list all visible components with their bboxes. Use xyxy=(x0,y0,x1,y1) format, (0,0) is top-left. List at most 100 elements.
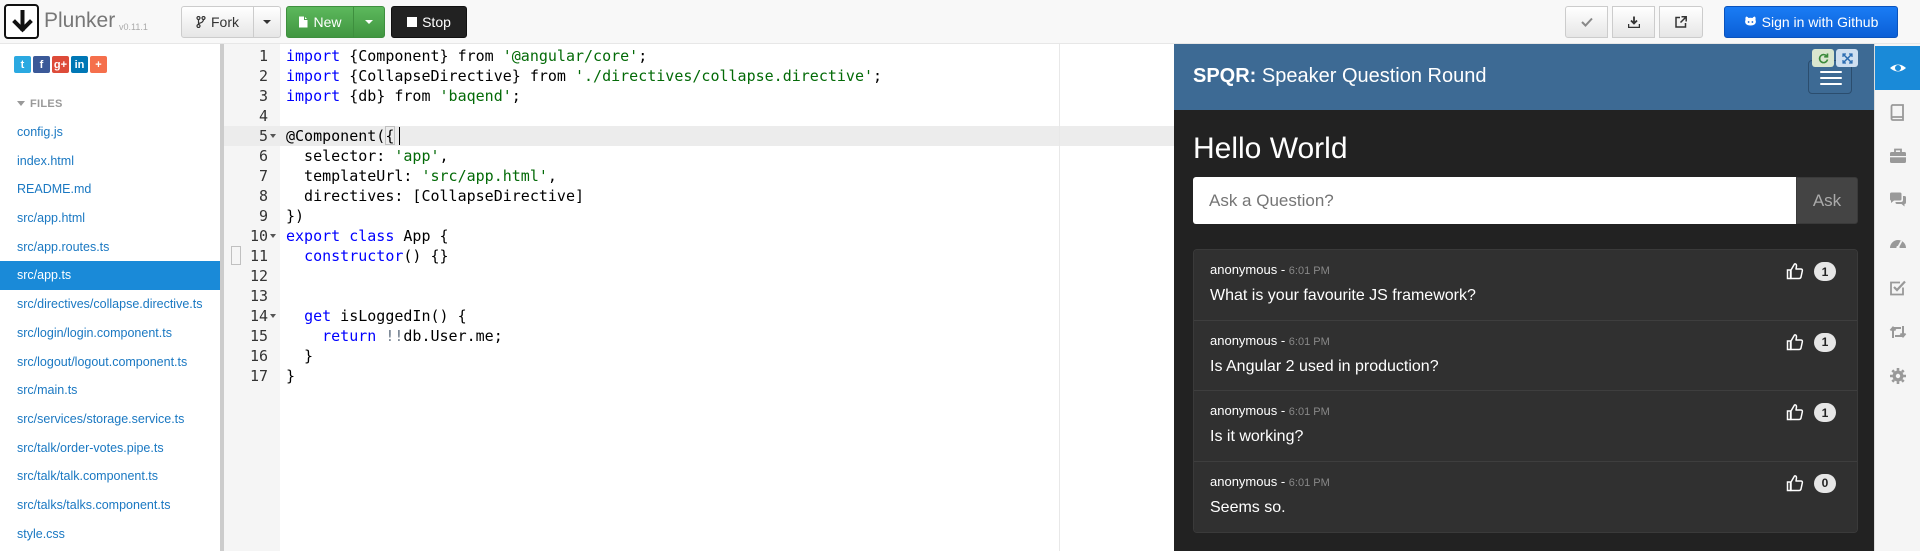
file-item[interactable]: src/talk/talk.component.ts xyxy=(0,462,220,491)
code-token: 'app' xyxy=(394,147,440,165)
preview-app-title[interactable]: SPQR: Speaker Question Round xyxy=(1193,65,1487,88)
expand-icon xyxy=(1841,52,1853,64)
download-button[interactable] xyxy=(1612,6,1655,38)
meta-separator: - xyxy=(1277,403,1289,418)
book-icon xyxy=(1890,104,1904,121)
meta-separator: - xyxy=(1277,473,1289,489)
google-plus-icon[interactable]: g+ xyxy=(52,56,69,73)
new-label: New xyxy=(313,14,342,30)
right-toolbar xyxy=(1874,44,1920,551)
file-item[interactable]: README.md xyxy=(0,175,220,204)
code-token: }) xyxy=(286,207,305,225)
line-number: 2 xyxy=(258,67,268,85)
download-arrow-icon xyxy=(12,10,33,33)
files-header-label: FILES xyxy=(30,98,63,110)
vote-count-badge: 0 xyxy=(1814,473,1836,493)
code-token: import xyxy=(286,67,341,85)
code-token: {Component} from xyxy=(340,47,503,65)
fold-toggle-icon[interactable] xyxy=(270,314,276,318)
launch-preview-button[interactable] xyxy=(1659,6,1703,38)
code-line: constructor() {} xyxy=(286,246,449,266)
right-toolbar-comments-button[interactable] xyxy=(1875,178,1920,222)
linkedin-icon[interactable]: in xyxy=(71,56,88,73)
code-token: import xyxy=(286,47,341,65)
thumbs-up-icon[interactable] xyxy=(1786,403,1804,421)
file-item[interactable]: src/main.ts xyxy=(0,376,220,405)
file-item[interactable]: src/app.routes.ts xyxy=(0,233,220,262)
new-dropdown-toggle[interactable] xyxy=(353,6,385,38)
file-item[interactable]: index.html xyxy=(0,147,220,176)
twitter-icon[interactable]: t xyxy=(14,56,31,73)
thumbs-up-icon[interactable] xyxy=(1786,474,1804,492)
code-line: }) xyxy=(286,206,304,226)
code-editor[interactable]: 1 import {Component} from '@angular/core'… xyxy=(224,44,1174,551)
stop-button[interactable]: Stop xyxy=(391,6,467,38)
caret-down-icon xyxy=(263,20,271,24)
bracket-match-highlight xyxy=(385,126,395,145)
refresh-preview-button[interactable] xyxy=(1812,49,1834,67)
code-line: export class App { xyxy=(286,226,449,246)
signin-github-button[interactable]: Sign in with Github xyxy=(1724,6,1898,38)
file-item[interactable]: style.css xyxy=(0,520,220,549)
file-item[interactable]: src/talks/talks.component.ts xyxy=(0,491,220,520)
fullscreen-preview-button[interactable] xyxy=(1836,49,1858,67)
meta-separator: - xyxy=(1277,262,1289,277)
line-number: 10 xyxy=(249,227,268,245)
question-item: anonymous - 6:01 PM Seems so. 0 xyxy=(1194,461,1857,532)
file-item[interactable]: src/app.html xyxy=(0,204,220,233)
print-margin xyxy=(1059,44,1060,551)
fork-dropdown-toggle[interactable] xyxy=(253,6,281,38)
right-toolbar-retweet-button[interactable] xyxy=(1875,310,1920,354)
thumbs-up-icon[interactable] xyxy=(1786,262,1804,280)
share-plus-icon[interactable]: + xyxy=(90,56,107,73)
file-item[interactable]: src/logout/logout.component.ts xyxy=(0,348,220,377)
right-toolbar-dashboard-button[interactable] xyxy=(1875,222,1920,266)
code-line: get isLoggedIn() { xyxy=(286,306,467,326)
new-button[interactable]: New xyxy=(286,6,354,38)
fold-toggle-icon[interactable] xyxy=(270,234,276,238)
vote-count-badge: 1 xyxy=(1814,332,1836,352)
right-toolbar-cog-button[interactable] xyxy=(1875,354,1920,398)
question-input[interactable] xyxy=(1193,177,1796,224)
file-item[interactable]: src/directives/collapse.directive.ts xyxy=(0,290,220,319)
code-line: templateUrl: 'src/app.html', xyxy=(286,166,557,186)
code-line: import {db} from 'baqend'; xyxy=(286,86,521,106)
file-item[interactable]: src/login/login.component.ts xyxy=(0,319,220,348)
right-toolbar-briefcase-button[interactable] xyxy=(1875,134,1920,178)
code-token: , xyxy=(547,167,557,185)
file-item[interactable]: src/services/storage.service.ts xyxy=(0,405,220,434)
plunker-logo[interactable] xyxy=(4,4,39,39)
fold-toggle-icon[interactable] xyxy=(270,134,276,138)
right-toolbar-book-button[interactable] xyxy=(1875,90,1920,134)
save-button[interactable] xyxy=(1565,6,1608,38)
code-token: App { xyxy=(394,227,449,245)
file-item[interactable]: src/talk/order-votes.pipe.ts xyxy=(0,434,220,463)
hamburger-bar xyxy=(1820,83,1842,85)
file-icon xyxy=(299,16,308,28)
files-header[interactable]: FILES xyxy=(17,98,63,110)
question-item: anonymous - 6:01 PM Is it working? 1 xyxy=(1194,391,1857,462)
dashboard-icon xyxy=(1890,240,1906,250)
right-toolbar-checkbox-button[interactable] xyxy=(1875,266,1920,310)
caret-down-icon xyxy=(17,101,25,106)
facebook-icon[interactable]: f xyxy=(33,56,50,73)
question-time: 6:01 PM xyxy=(1288,476,1330,489)
code-token: constructor xyxy=(304,247,404,265)
code-line: @Component({ xyxy=(286,126,394,146)
fork-button[interactable]: Fork xyxy=(181,6,254,38)
briefcase-icon xyxy=(1890,148,1906,163)
code-token: get xyxy=(304,307,332,325)
code-line: return !!db.User.me; xyxy=(286,326,503,346)
file-item[interactable]: src/app.ts xyxy=(0,261,220,291)
code-token: selector: xyxy=(286,147,395,165)
file-item[interactable]: config.js xyxy=(0,118,220,147)
thumbs-up-icon[interactable] xyxy=(1786,333,1804,351)
right-toolbar-eye-button[interactable] xyxy=(1875,46,1920,90)
code-token: } xyxy=(286,347,314,365)
brand-name[interactable]: Plunker xyxy=(44,9,115,33)
code-line: import {Component} from '@angular/core'; xyxy=(286,46,647,66)
line-number: 3 xyxy=(258,87,268,105)
ask-button[interactable]: Ask xyxy=(1796,177,1858,224)
